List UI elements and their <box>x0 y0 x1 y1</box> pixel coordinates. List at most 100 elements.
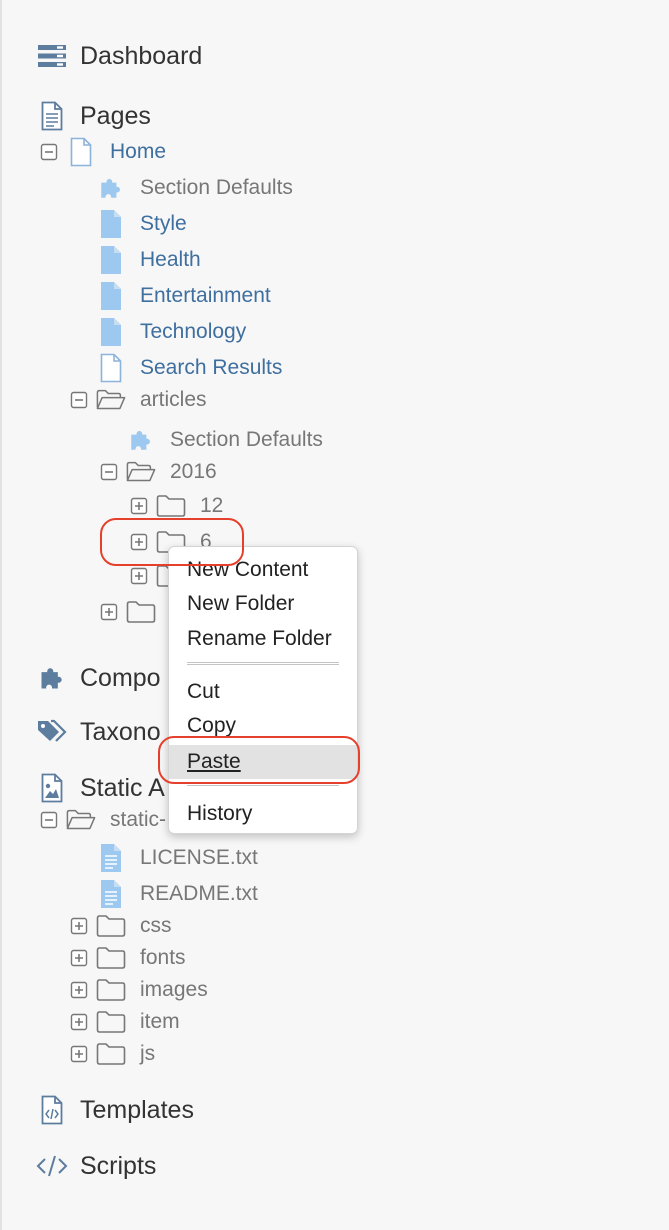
tree-item-images[interactable]: images <box>70 974 208 1006</box>
page-icon <box>96 353 126 383</box>
collapse-icon[interactable] <box>100 463 118 481</box>
nav-item-taxonomy[interactable]: Taxono <box>36 710 161 754</box>
dashboard-icon <box>36 41 68 71</box>
code-icon <box>36 1151 68 1181</box>
nav-item-dashboard[interactable]: Dashboard <box>36 34 202 78</box>
nav-label: Templates <box>80 1095 194 1124</box>
nav-item-templates[interactable]: Templates <box>36 1088 194 1132</box>
tree-item-2016[interactable]: 2016 <box>100 456 217 488</box>
folder-icon <box>96 1039 126 1069</box>
puzzle-icon <box>126 425 156 455</box>
folder-icon <box>96 943 126 973</box>
nav-item-scripts[interactable]: Scripts <box>36 1144 156 1188</box>
context-menu: New Content New Folder Rename Folder Cut… <box>168 546 358 834</box>
tree-item-section-defaults[interactable]: Section Defaults <box>96 172 293 204</box>
menu-item-paste[interactable]: Paste <box>169 745 357 779</box>
tree-label: README.txt <box>140 882 258 905</box>
expand-icon[interactable] <box>130 567 148 585</box>
menu-item-copy[interactable]: Copy <box>169 709 357 743</box>
expand-icon[interactable] <box>70 981 88 999</box>
tree-item-health[interactable]: Health <box>96 244 201 276</box>
menu-item-new-content[interactable]: New Content <box>169 553 357 587</box>
tree-label: Section Defaults <box>170 428 323 451</box>
nav-label: Compo <box>80 663 161 692</box>
tree-item-search-results[interactable]: Search Results <box>96 352 282 384</box>
tree-item-readme[interactable]: README.txt <box>96 878 258 910</box>
tree-item-static-root[interactable]: static- <box>40 804 166 836</box>
tree-label: Search Results <box>140 356 283 379</box>
tree-label: 2016 <box>170 460 217 483</box>
collapse-icon[interactable] <box>40 811 58 829</box>
page-icon <box>96 317 126 347</box>
menu-item-cut[interactable]: Cut <box>169 675 357 709</box>
expand-icon[interactable] <box>70 949 88 967</box>
tree-item-fonts[interactable]: fonts <box>70 942 186 974</box>
tree-label: item <box>140 1010 180 1033</box>
page-icon <box>66 137 96 167</box>
tree-label: LICENSE.txt <box>140 846 258 869</box>
nav-item-pages[interactable]: Pages <box>36 94 151 138</box>
tree-label: articles <box>140 388 207 411</box>
menu-item-new-folder[interactable]: New Folder <box>169 587 357 621</box>
expand-icon[interactable] <box>100 603 118 621</box>
text-file-icon <box>96 879 126 909</box>
folder-icon <box>96 975 126 1005</box>
tree-label: images <box>140 978 208 1001</box>
tree-label: 12 <box>200 494 224 517</box>
folder-open-icon <box>96 385 126 415</box>
code-file-icon <box>36 1095 68 1125</box>
tree-item-js[interactable]: js <box>70 1038 155 1070</box>
pages-icon <box>36 101 68 131</box>
tree-label: Health <box>140 248 201 271</box>
menu-item-history[interactable]: History <box>169 797 357 831</box>
tree-item-entertainment[interactable]: Entertainment <box>96 280 271 312</box>
text-file-icon <box>96 843 126 873</box>
puzzle-icon <box>36 663 68 693</box>
folder-icon <box>156 491 186 521</box>
tree-label: Style <box>140 212 187 235</box>
expand-icon[interactable] <box>70 1045 88 1063</box>
expand-icon[interactable] <box>130 533 148 551</box>
tree-label: Technology <box>140 320 247 343</box>
folder-icon <box>96 1007 126 1037</box>
expand-icon[interactable] <box>130 497 148 515</box>
collapse-icon[interactable] <box>70 391 88 409</box>
folder-icon <box>96 911 126 941</box>
tree-item-item[interactable]: item <box>70 1006 180 1038</box>
nav-label: Pages <box>80 101 151 130</box>
expand-icon[interactable] <box>70 1013 88 1031</box>
tree-item-css[interactable]: css <box>70 910 172 942</box>
tree-item-style[interactable]: Style <box>96 208 187 240</box>
collapse-icon[interactable] <box>40 143 58 161</box>
tree-label: Entertainment <box>140 284 271 307</box>
folder-open-icon <box>66 805 96 835</box>
menu-separator <box>187 662 339 665</box>
folder-open-icon <box>126 457 156 487</box>
tags-icon <box>36 717 68 747</box>
tree-item-hidden-folder[interactable] <box>100 596 170 628</box>
puzzle-icon <box>96 173 126 203</box>
tree-item-technology[interactable]: Technology <box>96 316 246 348</box>
tree-item-articles-section-defaults[interactable]: Section Defaults <box>126 424 323 456</box>
menu-separator <box>187 783 339 786</box>
tree-label: static- <box>110 808 167 831</box>
page-icon <box>96 209 126 239</box>
tree-label: js <box>140 1042 156 1065</box>
tree-label: Home <box>110 140 167 163</box>
tree-item-home[interactable]: Home <box>40 136 166 168</box>
tree-item-12[interactable]: 12 <box>130 490 223 522</box>
tree-label: fonts <box>140 946 186 969</box>
nav-label: Taxono <box>80 717 161 746</box>
folder-icon <box>126 597 156 627</box>
page-icon <box>96 245 126 275</box>
nav-item-components[interactable]: Compo <box>36 656 161 700</box>
tree-item-articles[interactable]: articles <box>70 384 207 416</box>
expand-icon[interactable] <box>70 917 88 935</box>
tree-item-license[interactable]: LICENSE.txt <box>96 842 258 874</box>
nav-label: Static A <box>80 773 165 802</box>
image-file-icon <box>36 773 68 803</box>
nav-label: Dashboard <box>80 41 203 70</box>
tree-label: css <box>140 914 172 937</box>
menu-item-rename-folder[interactable]: Rename Folder <box>169 622 357 656</box>
tree-label: Section Defaults <box>140 176 293 199</box>
